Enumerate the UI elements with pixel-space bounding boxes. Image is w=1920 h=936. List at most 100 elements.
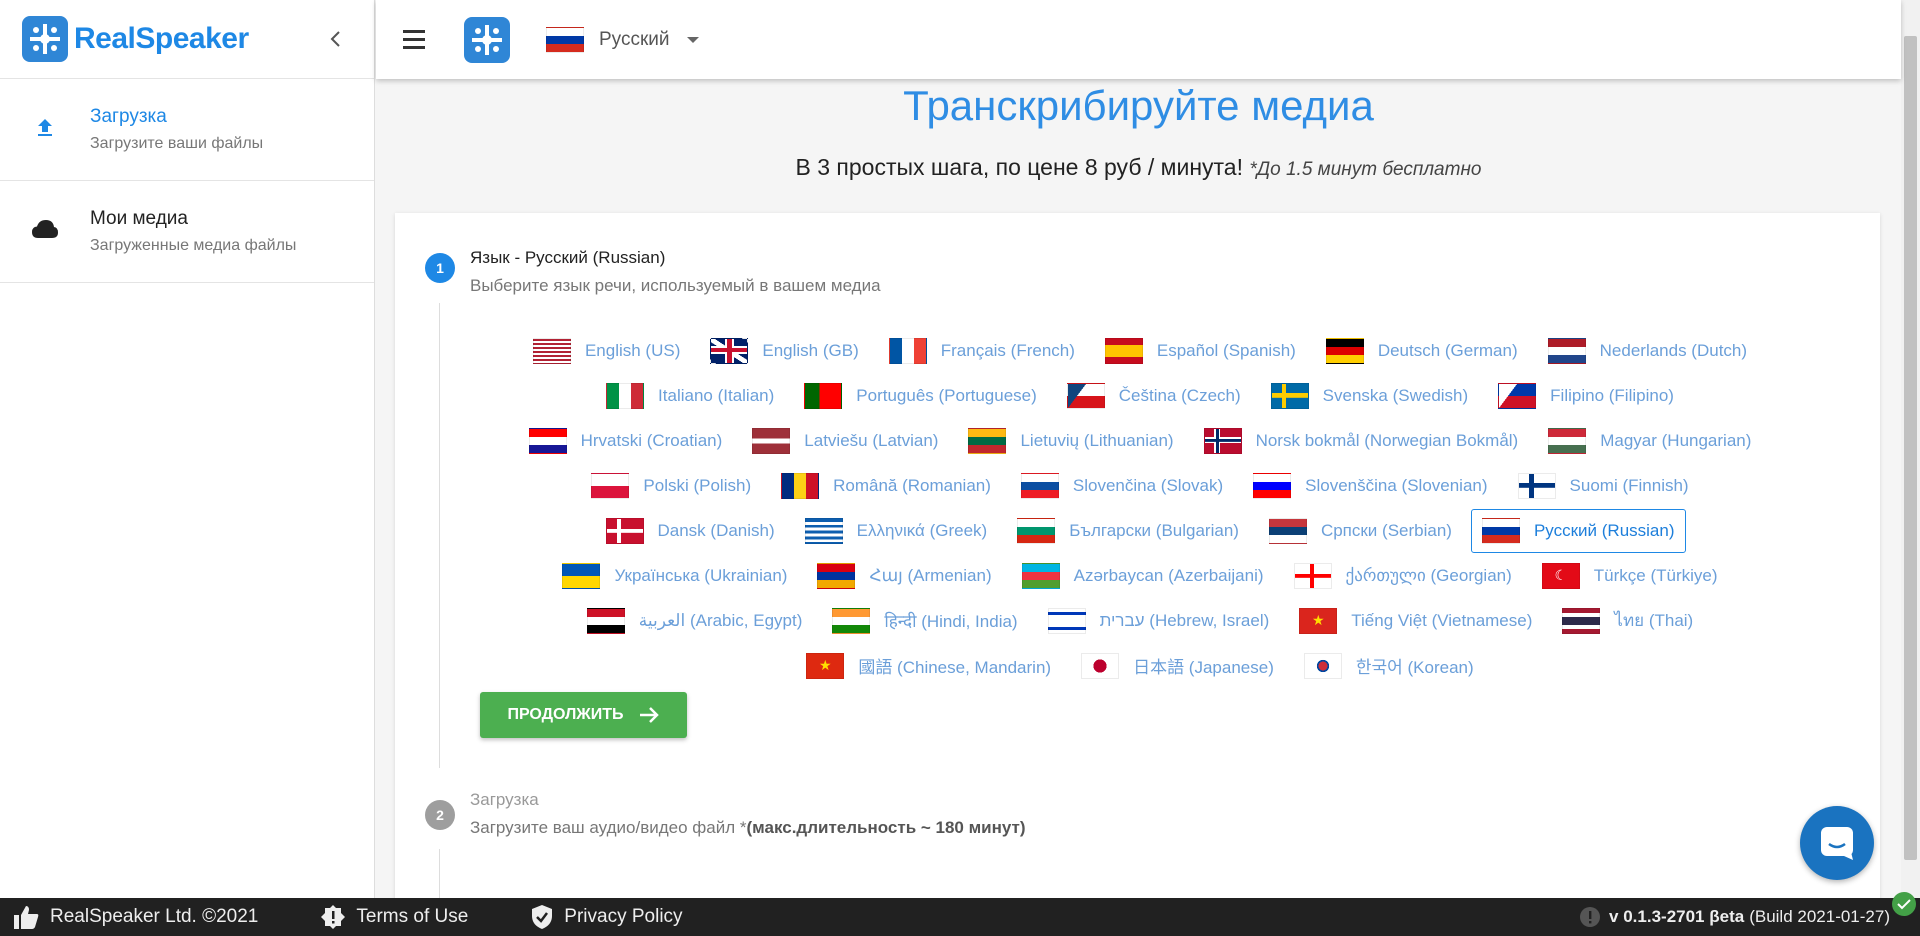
- language-option-si[interactable]: Slovenščina (Slovenian): [1242, 464, 1498, 508]
- page-scrollbar[interactable]: [1901, 0, 1920, 898]
- chat-icon: [1821, 827, 1853, 860]
- language-row: Hrvatski (Croatian) Latviešu (Latvian) Lie…: [485, 418, 1795, 463]
- language-option-us[interactable]: English (US): [522, 329, 691, 373]
- version-info: v 0.1.3-2701 βeta (Build 2021-01-27): [1579, 906, 1890, 928]
- language-option-it[interactable]: Italiano (Italian): [595, 374, 785, 418]
- language-option-lv[interactable]: Latviešu (Latvian): [741, 419, 949, 463]
- language-option-gb[interactable]: English (GB): [699, 329, 869, 373]
- collapse-sidebar-button[interactable]: [320, 24, 350, 54]
- language-option-jp[interactable]: 日本語 (Japanese): [1070, 644, 1285, 688]
- language-option-es[interactable]: Español (Spanish): [1094, 329, 1307, 373]
- language-row: English (US) English (GB) Français (French…: [485, 328, 1795, 373]
- language-label: Deutsch (German): [1377, 340, 1518, 360]
- company-link[interactable]: RealSpeaker Ltd. ©2021: [12, 904, 258, 930]
- language-option-rs[interactable]: Српски (Serbian): [1258, 509, 1463, 553]
- language-option-nl[interactable]: Nederlands (Dutch): [1537, 329, 1758, 373]
- it-flag-icon: [606, 382, 645, 409]
- privacy-link[interactable]: Privacy Policy: [530, 904, 683, 930]
- language-option-th[interactable]: ไทย (Thai): [1551, 598, 1704, 643]
- language-label: 한국어 (Korean): [1355, 658, 1474, 677]
- es-flag-icon: [1104, 337, 1143, 364]
- ro-flag-icon: [781, 472, 820, 499]
- language-option-sk[interactable]: Slovenčina (Slovak): [1010, 464, 1234, 508]
- tr-flag-icon: ☾: [1541, 562, 1580, 589]
- language-label: 國語 (Chinese, Mandarin): [858, 658, 1052, 677]
- fi-flag-icon: [1517, 472, 1556, 499]
- language-option-am[interactable]: Հայ (Armenian): [806, 554, 1002, 598]
- cz-flag-icon: [1066, 382, 1105, 409]
- menu-button[interactable]: [394, 20, 434, 60]
- sidebar-item-subtitle: Загруженные медиа файлы: [90, 237, 297, 254]
- kr-flag-icon: [1303, 652, 1342, 679]
- terms-text: Terms of Use: [356, 906, 469, 927]
- language-option-no[interactable]: Norsk bokmål (Norwegian Bokmål): [1193, 419, 1530, 463]
- step-number: 1: [425, 253, 455, 283]
- page-subtitle: В 3 простых шага, по цене 8 руб / минута…: [376, 154, 1901, 181]
- footer: RealSpeaker Ltd. ©2021 Terms of Use Priv…: [0, 892, 1920, 936]
- language-option-fr[interactable]: Français (French): [878, 329, 1086, 373]
- language-option-tr[interactable]: ☾ Türkçe (Türkiye): [1531, 554, 1729, 598]
- language-row: العربية (Arabic, Egypt) हिन्दी (Hindi, In…: [485, 598, 1795, 643]
- language-option-cz[interactable]: Čeština (Czech): [1056, 374, 1252, 418]
- dropdown-caret-icon: [686, 36, 699, 43]
- terms-link[interactable]: Terms of Use: [320, 904, 468, 930]
- hero: Транскрибируйте медиа В 3 простых шага, …: [376, 78, 1901, 181]
- sidebar-item-title: Мои медиа: [90, 208, 188, 229]
- sidebar-item-upload[interactable]: Загрузка Загрузите ваши файлы: [0, 79, 374, 181]
- si-flag-icon: [1253, 472, 1292, 499]
- language-label: Português (Portuguese): [856, 385, 1037, 405]
- language-option-ru[interactable]: Русский (Russian): [1470, 508, 1686, 553]
- language-label: English (US): [584, 340, 681, 360]
- language-label: Lietuvių (Lithuanian): [1020, 430, 1174, 450]
- language-option-cn[interactable]: ★ 國語 (Chinese, Mandarin): [795, 644, 1062, 688]
- realspeaker-logo-icon[interactable]: [22, 16, 68, 62]
- language-label: Español (Spanish): [1156, 340, 1296, 360]
- in-flag-icon: [832, 607, 871, 634]
- language-option-in[interactable]: हिन्दी (Hindi, India): [821, 599, 1028, 643]
- app-name[interactable]: RealSpeaker: [74, 22, 249, 56]
- language-option-vn[interactable]: ★ Tiếng Việt (Vietnamese): [1288, 599, 1543, 643]
- language-option-eg[interactable]: العربية (Arabic, Egypt): [576, 599, 814, 643]
- step-title: Загрузка: [470, 790, 539, 809]
- language-option-gr[interactable]: Ελληνικά (Greek): [794, 509, 999, 553]
- scrollbar-thumb[interactable]: [1904, 36, 1917, 860]
- language-option-fi[interactable]: Suomi (Finnish): [1507, 464, 1700, 508]
- language-option-pt[interactable]: Português (Portuguese): [793, 374, 1048, 418]
- top-bar: Русский: [376, 0, 1901, 79]
- language-option-hu[interactable]: Magyar (Hungarian): [1537, 419, 1762, 463]
- upload-icon: [36, 117, 54, 142]
- russia-flag-icon: [546, 26, 584, 53]
- eg-flag-icon: [586, 607, 625, 634]
- realspeaker-logo-icon[interactable]: [464, 16, 510, 63]
- language-option-bg[interactable]: Български (Bulgarian): [1006, 509, 1250, 553]
- gb-flag-icon: [710, 337, 749, 364]
- language-option-pl[interactable]: Polski (Polish): [580, 464, 762, 508]
- language-row: Italiano (Italian) Português (Portuguese)…: [485, 373, 1795, 418]
- language-option-ua[interactable]: Українська (Ukrainian): [551, 554, 798, 598]
- hu-flag-icon: [1548, 427, 1587, 454]
- language-option-hr[interactable]: Hrvatski (Croatian): [518, 419, 734, 463]
- sidebar-item-my-media[interactable]: Мои медиа Загруженные медиа файлы: [0, 181, 374, 283]
- language-option-ge[interactable]: ქართული (Georgian): [1283, 554, 1523, 598]
- language-option-ph[interactable]: Filipino (Filipino): [1487, 374, 1685, 418]
- version-text: v 0.1.3-2701 βeta: [1609, 907, 1745, 926]
- language-option-se[interactable]: Svenska (Swedish): [1260, 374, 1480, 418]
- shield-check-icon: [532, 905, 553, 929]
- language-option-ro[interactable]: Română (Romanian): [770, 464, 1002, 508]
- continue-button[interactable]: ПРОДОЛЖИТЬ: [480, 692, 687, 738]
- sidebar: RealSpeaker Загрузка Загрузите ваши файлы…: [0, 0, 375, 898]
- language-option-il[interactable]: עברית (Hebrew, Israel): [1037, 599, 1281, 643]
- language-option-kr[interactable]: 한국어 (Korean): [1293, 644, 1485, 688]
- cloud-icon: [31, 219, 59, 244]
- language-option-lt[interactable]: Lietuvių (Lithuanian): [957, 419, 1184, 463]
- language-option-az[interactable]: Azərbaycan (Azerbaijani): [1011, 554, 1275, 598]
- language-label: العربية (Arabic, Egypt): [638, 610, 803, 630]
- max-duration: (макс.длительность ~ 180 минут): [746, 818, 1026, 837]
- language-option-de[interactable]: Deutsch (German): [1315, 329, 1529, 373]
- language-label: Norsk bokmål (Norwegian Bokmål): [1255, 430, 1519, 450]
- interface-language-select[interactable]: Русский: [546, 26, 699, 53]
- vn-flag-icon: ★: [1299, 607, 1338, 634]
- language-option-dk[interactable]: Dansk (Danish): [595, 509, 786, 553]
- continue-label: ПРОДОЛЖИТЬ: [507, 706, 624, 723]
- chat-widget-button[interactable]: [1800, 806, 1874, 880]
